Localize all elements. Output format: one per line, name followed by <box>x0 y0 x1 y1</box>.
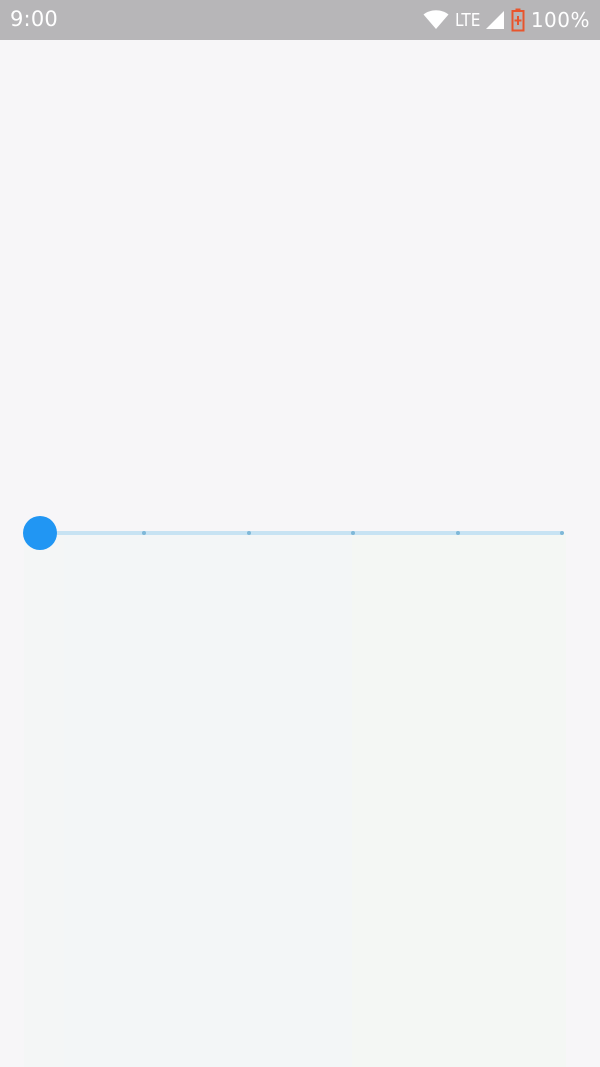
background-panel-left <box>24 533 352 1067</box>
slider-track[interactable] <box>40 531 562 535</box>
slider-tick <box>246 531 251 535</box>
slider-tick <box>351 531 356 535</box>
cellular-signal-icon <box>485 10 505 30</box>
slider-tick <box>455 531 460 535</box>
network-type: LTE <box>454 9 481 31</box>
battery-charging-icon <box>511 8 525 32</box>
content-area <box>0 40 600 1067</box>
status-icons: LTE 100% <box>423 7 590 33</box>
slider-tick <box>142 531 147 535</box>
wifi-icon <box>423 10 449 30</box>
status-bar: 9:00 LTE 100% <box>0 0 600 40</box>
status-time: 9:00 <box>10 7 58 31</box>
slider-tick <box>560 531 564 535</box>
discrete-slider[interactable] <box>23 516 568 550</box>
slider-thumb[interactable] <box>23 516 57 550</box>
battery-percentage: 100% <box>530 8 590 32</box>
background-panel-left-inner <box>64 533 352 1067</box>
background-panel-right <box>352 533 566 1067</box>
